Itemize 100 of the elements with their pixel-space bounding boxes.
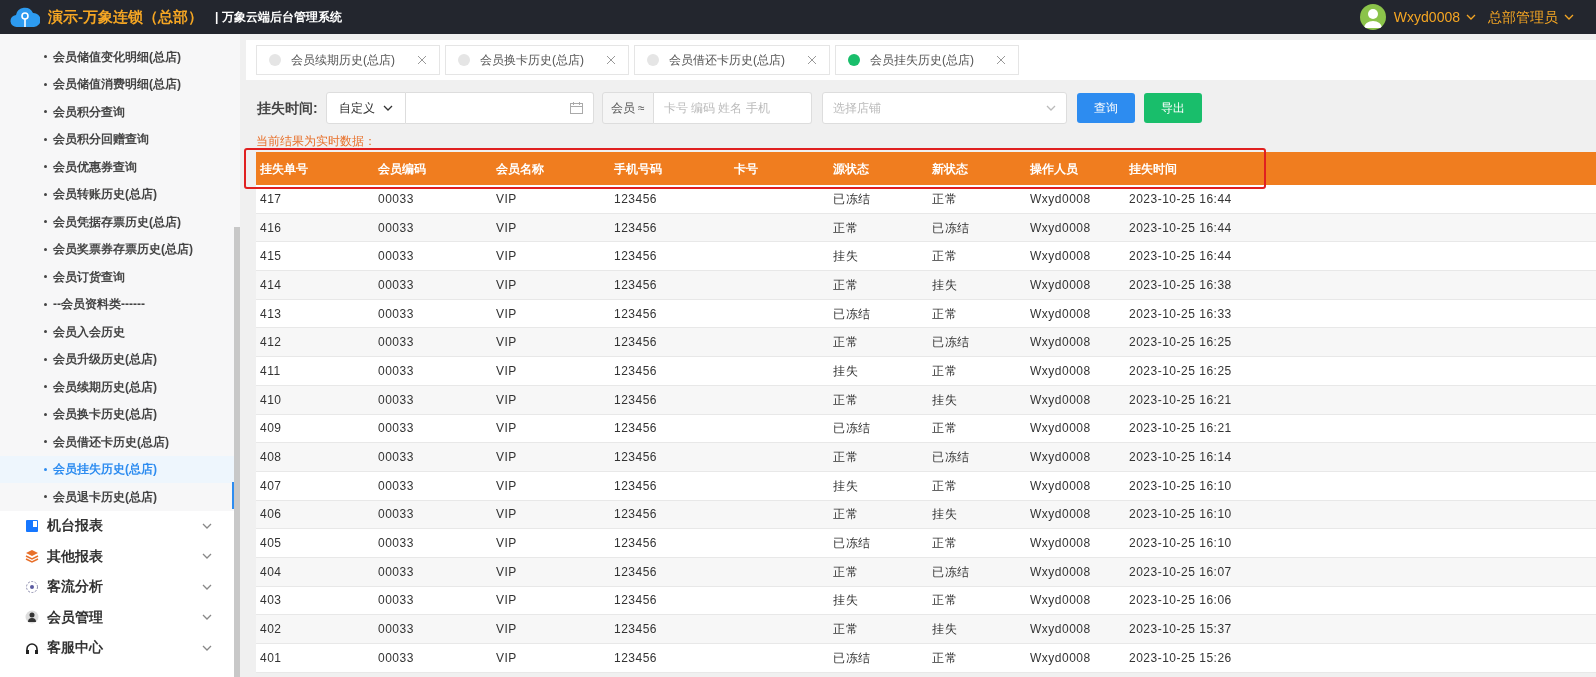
table-cell-text: 00033 [378, 621, 415, 639]
sidebar-item-label[interactable]: 会员借还卡历史(总店) [53, 432, 169, 451]
scrollbar[interactable] [234, 227, 240, 677]
chevron-icon[interactable] [202, 522, 212, 529]
sidebar-group[interactable]: 其他报表 [47, 545, 202, 567]
table-cell-text: 已冻结 [932, 563, 971, 581]
sidebar-item[interactable]: 会员订货查询 [0, 263, 230, 291]
table-cell-text: 408 [260, 449, 283, 467]
bullet-icon [44, 467, 47, 471]
table-cell-text: 2023-10-25 16:10 [1129, 535, 1233, 553]
sidebar-item-label[interactable]: 会员优惠券查询 [53, 157, 137, 176]
sidebar-group[interactable]: 会员管理 [47, 606, 202, 628]
chevron-icon[interactable] [202, 644, 212, 651]
tab[interactable]: 会员挂失历史(总店) [835, 45, 1019, 75]
sidebar-item-label[interactable]: 会员储值消费明细(总店) [53, 75, 181, 94]
column-header: 卡号 [734, 160, 759, 178]
sidebar-item[interactable]: 会员积分回赠查询 [0, 125, 230, 153]
sidebar-item-label[interactable]: 会员转账历史(总店) [53, 185, 157, 204]
table-cell-text: 正常 [932, 420, 958, 438]
range-dropdown[interactable]: 自定义 [325, 92, 406, 124]
table-cell-text: VIP [496, 248, 518, 266]
bullet-icon [44, 192, 47, 196]
table-cell-text: 413 [260, 305, 283, 323]
caret-icon [382, 105, 393, 111]
sidebar-item[interactable]: 会员续期历史(总店) [0, 373, 230, 401]
close-icon[interactable] [606, 55, 616, 65]
sidebar-item[interactable]: 会员升级历史(总店) [0, 345, 230, 373]
table-cell-text: 2023-10-25 15:26 [1129, 649, 1233, 667]
sidebar-item-label[interactable]: 会员奖票券存票历史(总店) [53, 240, 193, 259]
table-cell-text: 00033 [378, 563, 415, 581]
table-cell-text: 409 [260, 420, 283, 438]
table-cell-text: 123456 [614, 535, 659, 553]
table-cell-text: 407 [260, 477, 283, 495]
close-icon[interactable] [996, 55, 1006, 65]
sidebar-group[interactable]: 客流分析 [47, 576, 202, 598]
sidebar-item-label[interactable]: 会员续期历史(总店) [53, 377, 157, 396]
sidebar-item-label[interactable]: 会员凭据存票历史(总店) [53, 212, 181, 231]
table-cell-text: VIP [496, 506, 518, 524]
close-icon[interactable] [417, 55, 427, 65]
table-cell-text: 正常 [833, 449, 859, 467]
table-cell-text: VIP [496, 649, 518, 667]
bullet-icon [44, 110, 47, 114]
table-cell-text: 正常 [932, 477, 958, 495]
tab[interactable]: 会员换卡历史(总店) [445, 45, 629, 75]
table-cell-text: Wxyd0008 [1030, 592, 1092, 610]
date-field[interactable] [405, 92, 594, 124]
table-cell-text: VIP [496, 477, 518, 495]
close-icon[interactable] [807, 55, 817, 65]
sidebar-item-label[interactable]: 会员储值变化明细(总店) [53, 47, 181, 66]
tab[interactable]: 会员续期历史(总店) [256, 45, 440, 75]
sidebar-item-label[interactable]: 会员积分查询 [53, 102, 125, 121]
table-cell-text: 00033 [378, 506, 415, 524]
member-search-field[interactable]: 卡号 编码 姓名 手机 [653, 92, 812, 124]
table-cell-text: 123456 [614, 449, 659, 467]
sidebar-item-label[interactable]: --会员资料类------ [53, 295, 145, 314]
column-header: 挂失单号 [260, 160, 309, 178]
sidebar-item[interactable]: 会员优惠券查询 [0, 153, 230, 181]
sidebar-item[interactable]: 会员入会历史 [0, 318, 230, 346]
table-cell-text: 123456 [614, 649, 659, 667]
chevron-icon[interactable] [202, 553, 212, 560]
chevron-icon[interactable] [202, 614, 212, 621]
table-cell-text: 2023-10-25 16:38 [1129, 276, 1233, 294]
sidebar-item[interactable]: 会员借还卡历史(总店) [0, 428, 230, 456]
sidebar-item-label[interactable]: 会员换卡历史(总店) [53, 405, 157, 424]
sidebar-item-label[interactable]: 会员订货查询 [53, 267, 125, 286]
chevron-icon[interactable] [202, 583, 212, 590]
table-cell-text: VIP [496, 563, 518, 581]
sidebar-item[interactable]: 会员凭据存票历史(总店) [0, 208, 230, 236]
bullet-icon [44, 302, 47, 306]
sidebar-item[interactable]: 会员转账历史(总店) [0, 180, 230, 208]
sidebar-group[interactable]: 机台报表 [47, 515, 202, 537]
sidebar-item[interactable]: 会员退卡历史(总店) [0, 483, 230, 511]
sidebar-group[interactable]: 客服中心 [47, 637, 202, 659]
table-cell-text: 正常 [833, 621, 859, 639]
table-cell-text: 416 [260, 219, 283, 237]
table-cell-text: Wxyd0008 [1030, 190, 1092, 208]
sidebar-item[interactable]: --会员资料类------ [0, 290, 230, 318]
sidebar-item[interactable]: 会员换卡历史(总店) [0, 400, 230, 428]
user-menu[interactable]: Wxyd0008 [1393, 6, 1476, 28]
sidebar-item-label[interactable]: 会员入会历史 [53, 322, 125, 341]
table-cell-text: 123456 [614, 362, 659, 380]
table-cell-text: 2023-10-25 16:14 [1129, 449, 1233, 467]
table-cell-text: 2023-10-25 16:33 [1129, 305, 1233, 323]
table-cell-text: 正常 [833, 219, 859, 237]
table-cell-text: 挂失 [932, 276, 958, 294]
table-cell-text: Wxyd0008 [1030, 334, 1092, 352]
sidebar-item[interactable]: 会员储值消费明细(总店) [0, 70, 230, 98]
sidebar-item[interactable]: 会员储值变化明细(总店) [0, 43, 230, 71]
column-header: 源状态 [833, 160, 870, 178]
sidebar-item-label[interactable]: 会员升级历史(总店) [53, 350, 157, 369]
table-cell-text: 123456 [614, 305, 659, 323]
table-cell-text: 00033 [378, 420, 415, 438]
sidebar-item[interactable]: 会员奖票券存票历史(总店) [0, 235, 230, 263]
brand-title: 演示-万象连锁（总部） [48, 6, 203, 27]
sidebar-item[interactable]: 会员积分查询 [0, 98, 230, 126]
role-menu[interactable]: 总部管理员 [1488, 6, 1574, 28]
sidebar-item-label[interactable]: 会员积分回赠查询 [53, 130, 149, 149]
tab[interactable]: 会员借还卡历史(总店) [634, 45, 830, 75]
sidebar-item-label[interactable]: 会员退卡历史(总店) [53, 487, 157, 506]
table-cell-text: 403 [260, 592, 283, 610]
